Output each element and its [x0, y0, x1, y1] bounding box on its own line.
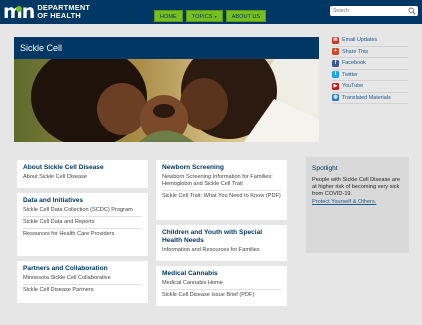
- family-photo: [14, 59, 319, 142]
- spotlight-body: People with Sickle Cell Disease are at h…: [312, 177, 400, 198]
- nav-about-us[interactable]: ABOUT US: [225, 10, 267, 22]
- card-heading: Newborn Screening: [162, 164, 224, 171]
- mdh-logo[interactable]: mn DEPARTMENT OF HEALTH: [3, 2, 90, 22]
- search-icon[interactable]: [408, 7, 416, 15]
- link-newborn-info[interactable]: Newborn Screening Information for Famili…: [162, 172, 281, 190]
- card-medical-cannabis: Medical Cannabis Medical Cannabis Home S…: [156, 266, 287, 306]
- logo-dot: [16, 5, 22, 12]
- twitter-icon: t: [332, 71, 339, 79]
- card-about-sickle-cell: About Sickle Cell Disease About Sickle C…: [17, 160, 148, 188]
- link-about-sickle-cell[interactable]: About Sickle Cell Disease: [23, 172, 142, 183]
- card-heading: Data and Initiatives: [23, 197, 84, 204]
- card-heading: Medical Cannabis: [162, 270, 218, 277]
- social-translated-materials[interactable]: ◍ Translated Materials: [332, 93, 408, 104]
- facebook-icon: f: [332, 59, 339, 67]
- social-share-this[interactable]: + Share This: [332, 47, 408, 58]
- social-twitter[interactable]: t Twitter: [332, 70, 408, 81]
- logo-mark: mn: [3, 0, 35, 23]
- search-input[interactable]: [330, 6, 406, 16]
- globe-icon: ◍: [332, 94, 339, 102]
- logo-line-2: OF HEALTH: [37, 11, 81, 20]
- social-facebook[interactable]: f Facebook: [332, 58, 408, 70]
- site-header: mn DEPARTMENT OF HEALTH HOME TOPICS ▾ AB…: [0, 0, 422, 24]
- social-links: ✉ Email Updates + Share This f Facebook …: [332, 35, 408, 104]
- social-youtube[interactable]: ▶ YouTube: [332, 81, 408, 93]
- link-family-resources[interactable]: Information and Resources for Families: [162, 245, 281, 256]
- search-box: [330, 6, 418, 16]
- card-data-initiatives: Data and Initiatives Sickle Cell Data Co…: [17, 193, 148, 256]
- spotlight-link[interactable]: Protect Yourself & Others.: [312, 199, 403, 206]
- link-scdc-program[interactable]: Sickle Cell Data Collection (SCDC) Progr…: [23, 205, 142, 216]
- link-trait-pdf[interactable]: Sickle Cell Trait: What You Need to Know…: [162, 190, 281, 202]
- logo-text: DEPARTMENT OF HEALTH: [37, 4, 90, 20]
- link-health-care-providers[interactable]: Resources for Health Care Providers: [23, 228, 142, 240]
- link-disease-partners[interactable]: Sickle Cell Disease Partners: [23, 284, 142, 296]
- caret-down-icon: ▾: [213, 14, 217, 19]
- spotlight-heading: Spotlight: [312, 165, 338, 172]
- link-issue-brief[interactable]: Sickle Cell Disease Issue Brief (PDF): [162, 289, 281, 301]
- hero-image: [14, 59, 319, 142]
- envelope-icon: ✉: [332, 36, 339, 44]
- link-data-reports[interactable]: Sickle Cell Data and Reports: [23, 216, 142, 228]
- card-partners: Partners and Collaboration Minnesota Sic…: [17, 261, 148, 303]
- nav-topics[interactable]: TOPICS ▾: [185, 10, 223, 22]
- link-cannabis-home[interactable]: Medical Cannabis Home: [162, 278, 281, 289]
- social-email-updates[interactable]: ✉ Email Updates: [332, 35, 408, 47]
- spotlight-panel: Spotlight People with Sickle Cell Diseas…: [306, 157, 409, 253]
- main-nav: HOME TOPICS ▾ ABOUT US: [154, 10, 267, 22]
- link-mn-collaborative[interactable]: Minnesota Sickle Cell Collaborative: [23, 273, 142, 284]
- card-heading: About Sickle Cell Disease: [23, 164, 104, 171]
- card-heading: Partners and Collaboration: [23, 265, 108, 272]
- youtube-icon: ▶: [332, 82, 339, 90]
- card-heading: Children and Youth with Special Health N…: [162, 229, 263, 244]
- card-children-youth: Children and Youth with Special Health N…: [156, 225, 287, 261]
- card-newborn-screening: Newborn Screening Newborn Screening Info…: [156, 160, 287, 220]
- page-title: Sickle Cell: [20, 43, 63, 53]
- share-icon: +: [332, 48, 339, 56]
- nav-home[interactable]: HOME: [154, 10, 183, 22]
- page-title-bar: Sickle Cell: [14, 37, 319, 59]
